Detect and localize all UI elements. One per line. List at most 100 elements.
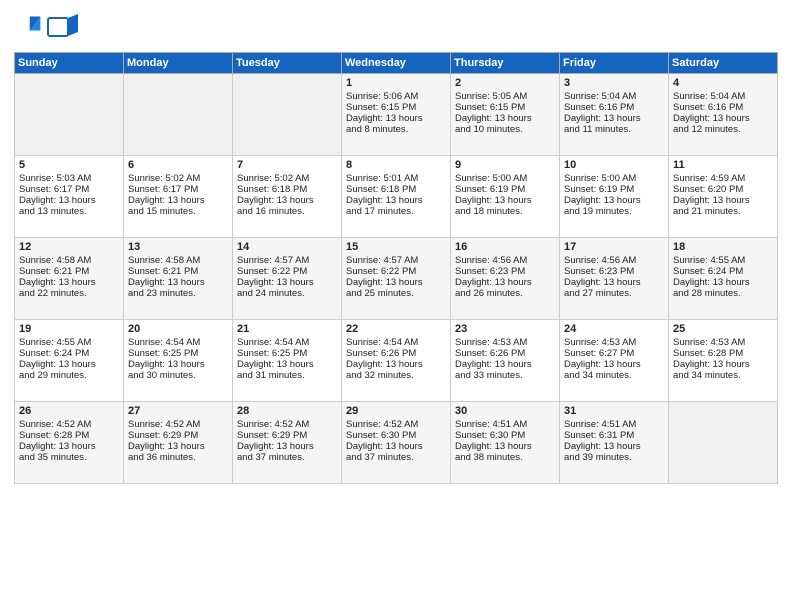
cell-info-line: Sunset: 6:30 PM <box>455 430 555 441</box>
calendar-cell: 24Sunrise: 4:53 AMSunset: 6:27 PMDayligh… <box>560 320 669 402</box>
cell-info-line: Daylight: 13 hours <box>346 441 446 452</box>
day-number: 8 <box>346 159 446 171</box>
calendar-cell: 6Sunrise: 5:02 AMSunset: 6:17 PMDaylight… <box>124 156 233 238</box>
calendar-cell: 30Sunrise: 4:51 AMSunset: 6:30 PMDayligh… <box>451 402 560 484</box>
calendar-table: SundayMondayTuesdayWednesdayThursdayFrid… <box>14 52 778 484</box>
weekday-header-sunday: Sunday <box>15 53 124 74</box>
cell-info-line: Sunset: 6:23 PM <box>455 266 555 277</box>
cell-info-line: Daylight: 13 hours <box>237 277 337 288</box>
cell-info-line: Sunrise: 5:02 AM <box>128 173 228 184</box>
cell-info-line: and 11 minutes. <box>564 124 664 135</box>
cell-info-line: Sunset: 6:22 PM <box>237 266 337 277</box>
calendar-cell: 3Sunrise: 5:04 AMSunset: 6:16 PMDaylight… <box>560 74 669 156</box>
cell-info-line: Sunset: 6:16 PM <box>564 102 664 113</box>
calendar-cell: 17 Sunrise: 4:56 AMSunset: 6:23 PMDayligh… <box>560 238 669 320</box>
cell-info-line: Daylight: 13 hours <box>128 195 228 206</box>
day-number: 5 <box>19 159 119 171</box>
cell-info-line: Sunrise: 4:53 AM <box>455 337 555 348</box>
cell-info-line: Sunset: 6:15 PM <box>455 102 555 113</box>
cell-info-line: Sunrise: 4:56 AM <box>564 255 664 266</box>
cell-info-line: Sunrise: 5:03 AM <box>19 173 119 184</box>
cell-info-line: Sunset: 6:27 PM <box>564 348 664 359</box>
cell-info-line: Sunset: 6:25 PM <box>128 348 228 359</box>
cell-info-line: Sunset: 6:17 PM <box>128 184 228 195</box>
cell-info-line: and 21 minutes. <box>673 206 773 217</box>
weekday-header-wednesday: Wednesday <box>342 53 451 74</box>
calendar-cell: 18Sunrise: 4:55 AMSunset: 6:24 PMDayligh… <box>669 238 778 320</box>
week-row-0: 1Sunrise: 5:06 AMSunset: 6:15 PMDaylight… <box>15 74 778 156</box>
cell-info-line: Sunset: 6:21 PM <box>19 266 119 277</box>
cell-info-line: and 25 minutes. <box>346 288 446 299</box>
day-number: 24 <box>564 323 664 335</box>
cell-info-line: and 12 minutes. <box>673 124 773 135</box>
cell-info-line: Sunrise: 4:52 AM <box>237 419 337 430</box>
cell-info-line: Sunrise: 4:51 AM <box>455 419 555 430</box>
cell-info-line: and 10 minutes. <box>455 124 555 135</box>
day-number: 21 <box>237 323 337 335</box>
cell-info-line: Daylight: 13 hours <box>455 359 555 370</box>
day-number: 16 <box>455 241 555 253</box>
cell-info-line: and 24 minutes. <box>237 288 337 299</box>
day-number: 2 <box>455 77 555 89</box>
cell-info-line: Sunset: 6:22 PM <box>346 266 446 277</box>
cell-info-line: Sunset: 6:26 PM <box>455 348 555 359</box>
cell-info-line: Sunrise: 5:04 AM <box>673 91 773 102</box>
cell-info-line: Sunset: 6:15 PM <box>346 102 446 113</box>
day-number: 29 <box>346 405 446 417</box>
day-number: 17 <box>564 241 664 253</box>
calendar-cell: 23Sunrise: 4:53 AMSunset: 6:26 PMDayligh… <box>451 320 560 402</box>
cell-info-line: Sunset: 6:19 PM <box>564 184 664 195</box>
calendar-cell: 22 Sunrise: 4:54 AMSunset: 6:26 PMDayligh… <box>342 320 451 402</box>
cell-info-line: and 18 minutes. <box>455 206 555 217</box>
cell-info-line: Daylight: 13 hours <box>346 359 446 370</box>
cell-info-line: and 39 minutes. <box>564 452 664 463</box>
day-number: 3 <box>564 77 664 89</box>
cell-info-line: and 34 minutes. <box>673 370 773 381</box>
cell-info-line: Daylight: 13 hours <box>19 441 119 452</box>
day-number: 10 <box>564 159 664 171</box>
calendar-cell: 29Sunrise: 4:52 AMSunset: 6:30 PMDayligh… <box>342 402 451 484</box>
calendar-cell: 16Sunrise: 4:56 AMSunset: 6:23 PMDayligh… <box>451 238 560 320</box>
cell-info-line: Sunset: 6:18 PM <box>237 184 337 195</box>
calendar-cell: 26Sunrise: 4:52 AMSunset: 6:28 PMDayligh… <box>15 402 124 484</box>
cell-info-line: Sunset: 6:23 PM <box>564 266 664 277</box>
cell-info-line: Daylight: 13 hours <box>455 113 555 124</box>
cell-info-line: and 36 minutes. <box>128 452 228 463</box>
cell-info-line: Daylight: 13 hours <box>128 277 228 288</box>
cell-info-line: Sunrise: 4:52 AM <box>19 419 119 430</box>
week-row-4: 26Sunrise: 4:52 AMSunset: 6:28 PMDayligh… <box>15 402 778 484</box>
cell-info-line: Sunrise: 5:00 AM <box>564 173 664 184</box>
calendar-cell: 14Sunrise: 4:57 AMSunset: 6:22 PMDayligh… <box>233 238 342 320</box>
cell-info-line: Sunrise: 4:59 AM <box>673 173 773 184</box>
cell-info-line: Sunrise: 4:54 AM <box>346 337 446 348</box>
cell-info-line: Sunset: 6:28 PM <box>19 430 119 441</box>
cell-info-line: Daylight: 13 hours <box>673 359 773 370</box>
cell-info-line: Sunrise: 4:53 AM <box>673 337 773 348</box>
cell-info-line: Sunrise: 4:57 AM <box>346 255 446 266</box>
day-number: 30 <box>455 405 555 417</box>
day-number: 20 <box>128 323 228 335</box>
cell-info-line: and 22 minutes. <box>19 288 119 299</box>
weekday-header-thursday: Thursday <box>451 53 560 74</box>
cell-info-line: Sunset: 6:24 PM <box>673 266 773 277</box>
cell-info-line: Sunset: 6:30 PM <box>346 430 446 441</box>
cell-info-line: Sunrise: 4:54 AM <box>128 337 228 348</box>
week-row-2: 12Sunrise: 4:58 AMSunset: 6:21 PMDayligh… <box>15 238 778 320</box>
cell-info-line: Sunset: 6:26 PM <box>346 348 446 359</box>
calendar-cell: 1Sunrise: 5:06 AMSunset: 6:15 PMDaylight… <box>342 74 451 156</box>
cell-info-line: Sunset: 6:17 PM <box>19 184 119 195</box>
cell-info-line: Sunset: 6:31 PM <box>564 430 664 441</box>
cell-info-line: Sunrise: 5:04 AM <box>564 91 664 102</box>
cell-info-line: Daylight: 13 hours <box>673 113 773 124</box>
cell-info-line: Daylight: 13 hours <box>564 277 664 288</box>
cell-info-line: and 29 minutes. <box>19 370 119 381</box>
calendar-cell: 25Sunrise: 4:53 AMSunset: 6:28 PMDayligh… <box>669 320 778 402</box>
week-row-1: 5Sunrise: 5:03 AMSunset: 6:17 PMDaylight… <box>15 156 778 238</box>
cell-info-line: Sunset: 6:18 PM <box>346 184 446 195</box>
day-number: 22 <box>346 323 446 335</box>
day-number: 7 <box>237 159 337 171</box>
cell-info-line: Daylight: 13 hours <box>237 195 337 206</box>
cell-info-line: Sunrise: 4:58 AM <box>128 255 228 266</box>
day-number: 11 <box>673 159 773 171</box>
cell-info-line: Sunrise: 5:05 AM <box>455 91 555 102</box>
